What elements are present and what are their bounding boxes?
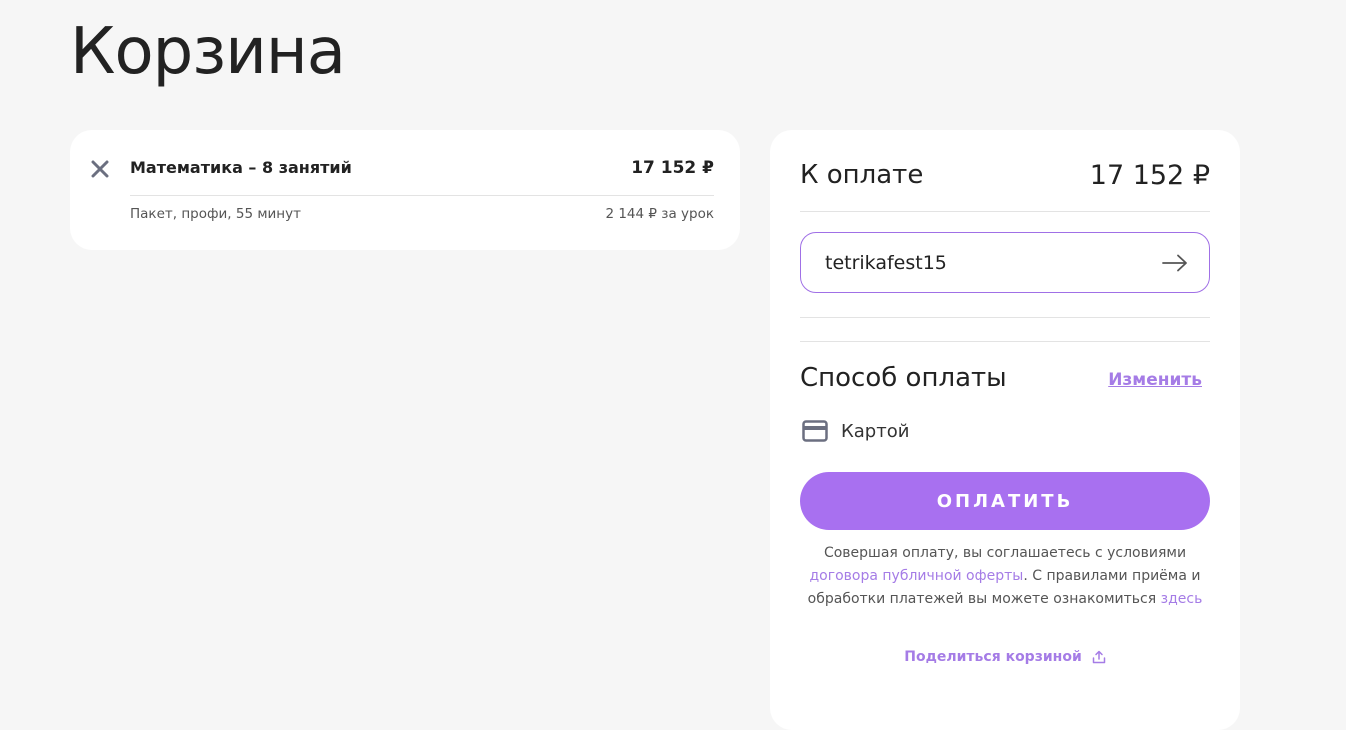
change-payment-link[interactable]: Изменить bbox=[1108, 370, 1202, 390]
cart-item: Математика – 8 занятий 17 152 ₽ Пакет, п… bbox=[70, 130, 740, 250]
payment-method-heading: Способ оплаты bbox=[800, 363, 1007, 393]
public-offer-link[interactable]: договора публичной оферты bbox=[810, 568, 1024, 584]
page-title: Корзина bbox=[70, 15, 346, 89]
promo-apply-button[interactable] bbox=[1161, 249, 1189, 277]
credit-card-icon bbox=[802, 420, 828, 442]
legal-text: Совершая оплату, вы соглашаетесь с услов… bbox=[800, 542, 1210, 611]
cart-item-title: Математика – 8 занятий bbox=[130, 158, 352, 177]
total-label: К оплате bbox=[800, 160, 924, 190]
promo-code-field bbox=[800, 232, 1210, 293]
cart-item-subtitle: Пакет, профи, 55 минут bbox=[130, 206, 301, 222]
payment-rules-link[interactable]: здесь bbox=[1161, 591, 1203, 607]
pay-button[interactable]: ОПЛАТИТЬ bbox=[800, 472, 1210, 530]
cart-item-price: 17 152 ₽ bbox=[631, 158, 714, 178]
divider bbox=[800, 341, 1210, 342]
promo-code-input[interactable] bbox=[825, 251, 1161, 274]
close-icon bbox=[91, 160, 109, 178]
divider bbox=[800, 211, 1210, 212]
payment-method-label: Картой bbox=[841, 420, 910, 442]
legal-text-part: Совершая оплату, вы соглашаетесь с услов… bbox=[823, 545, 1187, 561]
arrow-right-icon bbox=[1162, 254, 1187, 271]
cart-item-unit-price: 2 144 ₽ за урок bbox=[605, 206, 714, 222]
total-amount: 17 152 ₽ bbox=[1089, 160, 1210, 191]
checkout-panel: К оплате 17 152 ₽ Способ оплаты Изменить… bbox=[770, 130, 1240, 730]
payment-method: Картой bbox=[802, 420, 909, 442]
divider bbox=[130, 195, 714, 196]
share-cart-label: Поделиться корзиной bbox=[904, 649, 1082, 665]
share-icon bbox=[1092, 650, 1106, 664]
remove-item-button[interactable] bbox=[88, 157, 112, 181]
divider bbox=[800, 317, 1210, 318]
share-cart-button[interactable]: Поделиться корзиной bbox=[770, 649, 1240, 665]
